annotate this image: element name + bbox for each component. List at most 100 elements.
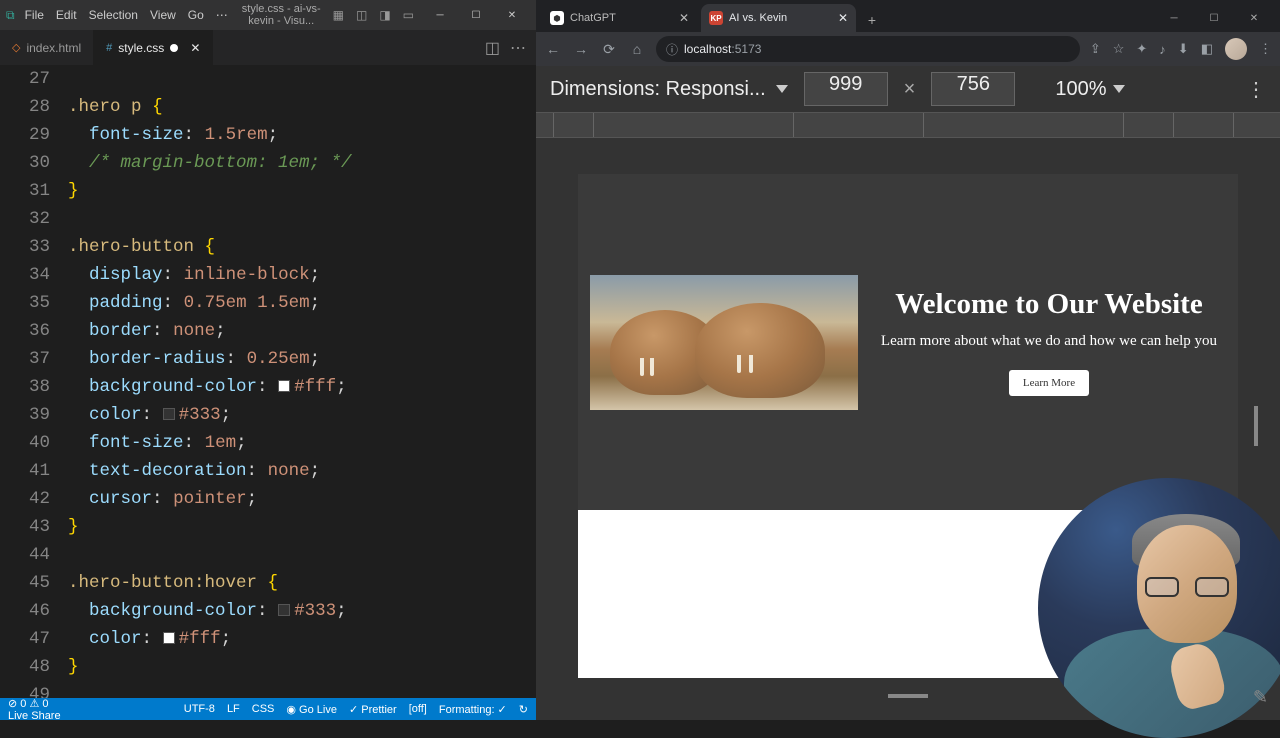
vscode-tab-bar: ◇ index.html # style.css ✕ ◫ ⋯ xyxy=(0,30,536,65)
editor-tab-index-html[interactable]: ◇ index.html xyxy=(0,30,94,65)
code-line[interactable]: font-size: 1em; xyxy=(68,429,536,457)
close-tab-icon[interactable]: ✕ xyxy=(838,11,848,25)
code-line[interactable]: color: #333; xyxy=(68,401,536,429)
code-line[interactable]: text-decoration: none; xyxy=(68,457,536,485)
menu-file[interactable]: File xyxy=(19,8,50,22)
tab-label: index.html xyxy=(26,41,81,55)
status-item[interactable]: ⊘ 0 ⚠ 0 xyxy=(8,697,61,710)
close-tab-icon[interactable]: ✕ xyxy=(679,11,689,25)
menu-⋯[interactable]: ⋯ xyxy=(210,8,234,22)
layout-icon[interactable]: ▭ xyxy=(399,8,418,22)
line-number: 46 xyxy=(0,597,50,625)
close-button[interactable]: ✕ xyxy=(494,1,530,29)
code-line[interactable] xyxy=(68,205,536,233)
line-number: 39 xyxy=(0,401,50,429)
status-item[interactable]: UTF-8 xyxy=(184,703,215,716)
status-item[interactable]: ◉ Go Live xyxy=(286,703,337,716)
dirty-indicator xyxy=(170,44,178,52)
share-icon[interactable]: ⇪ xyxy=(1090,41,1101,57)
resize-handle-right[interactable] xyxy=(1254,406,1258,446)
maximize-button[interactable]: ☐ xyxy=(1194,4,1234,32)
minimize-button[interactable]: ─ xyxy=(422,1,458,29)
chrome-menu-icon[interactable]: ⋮ xyxy=(1259,41,1272,57)
menu-view[interactable]: View xyxy=(144,8,182,22)
viewport-width-input[interactable]: 999 xyxy=(804,72,888,106)
maximize-button[interactable]: ☐ xyxy=(458,1,494,29)
browser-tab[interactable]: KP AI vs. Kevin ✕ xyxy=(701,4,856,32)
reload-button[interactable]: ⟳ xyxy=(600,41,618,58)
chevron-down-icon[interactable] xyxy=(1113,85,1125,93)
extensions-icon[interactable]: ✦ xyxy=(1136,41,1147,57)
code-line[interactable] xyxy=(68,65,536,93)
code-line[interactable]: display: inline-block; xyxy=(68,261,536,289)
bookmark-icon[interactable]: ☆ xyxy=(1113,41,1125,57)
layout-icon[interactable]: ◨ xyxy=(375,8,394,22)
line-number: 27 xyxy=(0,65,50,93)
resize-handle-bottom[interactable] xyxy=(888,694,928,698)
status-item[interactable]: ✓ Prettier xyxy=(349,703,397,716)
site-info-icon[interactable]: ⓘ xyxy=(666,41,678,58)
vscode-logo-icon: ⧉ xyxy=(6,8,15,23)
close-button[interactable]: ✕ xyxy=(1234,4,1274,32)
code-line[interactable]: } xyxy=(68,513,536,541)
code-line[interactable] xyxy=(68,681,536,698)
line-number: 38 xyxy=(0,373,50,401)
code-line[interactable]: .hero-button:hover { xyxy=(68,569,536,597)
status-item[interactable]: Formatting: ✓ xyxy=(439,703,507,716)
close-tab-icon[interactable]: ✕ xyxy=(190,41,200,55)
code-line[interactable]: background-color: #333; xyxy=(68,597,536,625)
status-item[interactable]: CSS xyxy=(252,703,275,716)
zoom-level[interactable]: 100% xyxy=(1055,78,1106,101)
code-line[interactable]: /* margin-bottom: 1em; */ xyxy=(68,149,536,177)
code-line[interactable]: .hero p { xyxy=(68,93,536,121)
code-line[interactable]: color: #fff; xyxy=(68,625,536,653)
downloads-icon[interactable]: ⬇ xyxy=(1178,41,1189,57)
status-item[interactable]: [off] xyxy=(409,703,427,716)
profile-avatar[interactable] xyxy=(1225,38,1247,60)
line-number: 33 xyxy=(0,233,50,261)
code-line[interactable]: } xyxy=(68,177,536,205)
layout-icon[interactable]: ◫ xyxy=(352,8,371,22)
learn-more-button[interactable]: Learn More xyxy=(1009,370,1089,396)
address-bar[interactable]: ⓘ localhost:5173 xyxy=(656,36,1080,62)
line-number: 49 xyxy=(0,681,50,698)
status-item[interactable]: ↻ xyxy=(519,703,528,716)
forward-button[interactable]: → xyxy=(572,41,590,57)
edit-icon[interactable]: ✎ xyxy=(1253,687,1268,708)
new-tab-button[interactable]: + xyxy=(860,8,884,32)
viewport-height-input[interactable]: 756 xyxy=(931,72,1015,106)
code-line[interactable]: font-size: 1.5rem; xyxy=(68,121,536,149)
devtools-menu-icon[interactable]: ⋮ xyxy=(1246,77,1266,102)
status-item[interactable]: LF xyxy=(227,703,240,716)
line-number: 48 xyxy=(0,653,50,681)
editor-tab-style-css[interactable]: # style.css ✕ xyxy=(94,30,213,65)
back-button[interactable]: ← xyxy=(544,41,562,57)
line-number: 31 xyxy=(0,177,50,205)
code-line[interactable]: padding: 0.75em 1.5em; xyxy=(68,289,536,317)
code-line[interactable]: cursor: pointer; xyxy=(68,485,536,513)
code-line[interactable]: border-radius: 0.25em; xyxy=(68,345,536,373)
sidepanel-icon[interactable]: ◧ xyxy=(1201,41,1213,57)
code-line[interactable]: } xyxy=(68,653,536,681)
vscode-editor[interactable]: 2728293031323334353637383940414243444546… xyxy=(0,65,536,698)
split-editor-icon[interactable]: ◫ xyxy=(485,38,500,58)
line-number: 34 xyxy=(0,261,50,289)
dimensions-label[interactable]: Dimensions: Responsi... xyxy=(550,78,766,101)
code-line[interactable]: border: none; xyxy=(68,317,536,345)
code-content[interactable]: .hero p { font-size: 1.5rem; /* margin-b… xyxy=(68,65,536,698)
more-icon[interactable]: ⋯ xyxy=(510,38,526,58)
media-icon[interactable]: ♪ xyxy=(1159,42,1166,57)
chevron-down-icon[interactable] xyxy=(776,85,788,93)
code-line[interactable]: .hero-button { xyxy=(68,233,536,261)
browser-tab[interactable]: ⬢ ChatGPT ✕ xyxy=(542,4,697,32)
code-line[interactable]: background-color: #fff; xyxy=(68,373,536,401)
menu-edit[interactable]: Edit xyxy=(50,8,83,22)
ruler xyxy=(536,112,1280,138)
code-line[interactable] xyxy=(68,541,536,569)
home-button[interactable]: ⌂ xyxy=(628,41,646,57)
menu-selection[interactable]: Selection xyxy=(83,8,144,22)
menu-go[interactable]: Go xyxy=(182,8,210,22)
hero-image xyxy=(590,275,858,410)
minimize-button[interactable]: ─ xyxy=(1154,4,1194,32)
layout-icon[interactable]: ▦ xyxy=(329,8,348,22)
